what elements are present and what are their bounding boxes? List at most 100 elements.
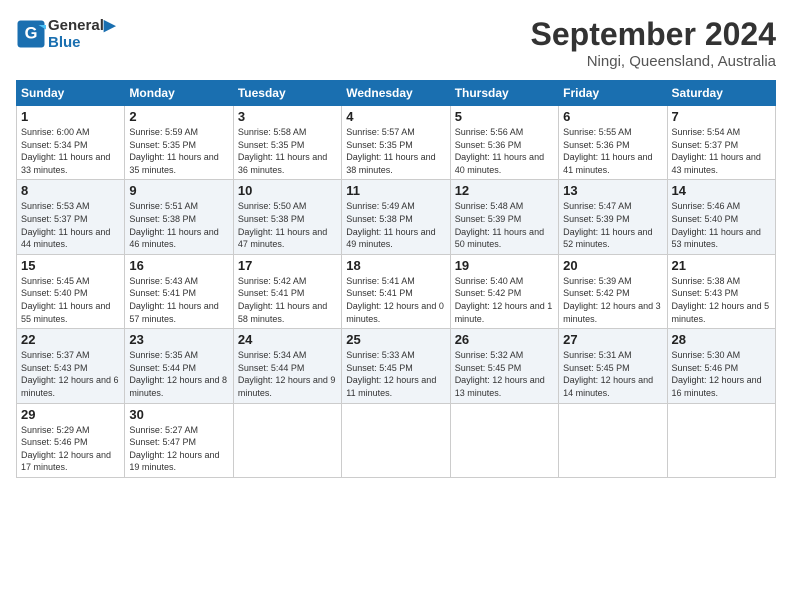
- day-cell-3: 3 Sunrise: 5:58 AMSunset: 5:35 PMDaylight…: [233, 106, 341, 180]
- day-cell-9: 9 Sunrise: 5:51 AMSunset: 5:38 PMDaylight…: [125, 180, 233, 254]
- day-info: Sunrise: 5:48 AMSunset: 5:39 PMDaylight:…: [455, 200, 554, 250]
- day-cell-8: 8 Sunrise: 5:53 AMSunset: 5:37 PMDaylight…: [17, 180, 125, 254]
- page-header: G General▶ Blue September 2024 Ningi, Qu…: [16, 16, 776, 70]
- day-number: 25: [346, 332, 445, 347]
- day-info: Sunrise: 5:39 AMSunset: 5:42 PMDaylight:…: [563, 275, 662, 325]
- day-header-wednesday: Wednesday: [342, 81, 450, 106]
- day-cell-2: 2 Sunrise: 5:59 AMSunset: 5:35 PMDaylight…: [125, 106, 233, 180]
- empty-cell: [342, 403, 450, 477]
- day-header-row: SundayMondayTuesdayWednesdayThursdayFrid…: [17, 81, 776, 106]
- day-number: 19: [455, 258, 554, 273]
- day-number: 13: [563, 183, 662, 198]
- day-cell-19: 19 Sunrise: 5:40 AMSunset: 5:42 PMDayligh…: [450, 254, 558, 328]
- day-info: Sunrise: 5:29 AMSunset: 5:46 PMDaylight:…: [21, 424, 120, 474]
- day-info: Sunrise: 5:57 AMSunset: 5:35 PMDaylight:…: [346, 126, 445, 176]
- month-title: September 2024: [531, 16, 776, 53]
- week-row-1: 1 Sunrise: 6:00 AMSunset: 5:34 PMDaylight…: [17, 106, 776, 180]
- day-number: 1: [21, 109, 120, 124]
- day-info: Sunrise: 5:58 AMSunset: 5:35 PMDaylight:…: [238, 126, 337, 176]
- day-info: Sunrise: 5:45 AMSunset: 5:40 PMDaylight:…: [21, 275, 120, 325]
- logo: G General▶ Blue: [16, 16, 115, 51]
- day-number: 24: [238, 332, 337, 347]
- day-info: Sunrise: 5:30 AMSunset: 5:46 PMDaylight:…: [672, 349, 771, 399]
- day-number: 26: [455, 332, 554, 347]
- day-info: Sunrise: 5:33 AMSunset: 5:45 PMDaylight:…: [346, 349, 445, 399]
- day-cell-28: 28Sunrise: 5:30 AMSunset: 5:46 PMDayligh…: [667, 329, 775, 403]
- day-number: 21: [672, 258, 771, 273]
- day-cell-30: 30 Sunrise: 5:27 AMSunset: 5:47 PMDayligh…: [125, 403, 233, 477]
- day-info: Sunrise: 5:37 AMSunset: 5:43 PMDaylight:…: [21, 349, 120, 399]
- day-info: Sunrise: 5:59 AMSunset: 5:35 PMDaylight:…: [129, 126, 228, 176]
- day-info: Sunrise: 5:27 AMSunset: 5:47 PMDaylight:…: [129, 424, 228, 474]
- day-cell-18: 18 Sunrise: 5:41 AMSunset: 5:41 PMDayligh…: [342, 254, 450, 328]
- day-info: Sunrise: 5:40 AMSunset: 5:42 PMDaylight:…: [455, 275, 554, 325]
- day-info: Sunrise: 5:54 AMSunset: 5:37 PMDaylight:…: [672, 126, 771, 176]
- day-info: Sunrise: 5:55 AMSunset: 5:36 PMDaylight:…: [563, 126, 662, 176]
- week-row-4: 22 Sunrise: 5:37 AMSunset: 5:43 PMDayligh…: [17, 329, 776, 403]
- day-number: 8: [21, 183, 120, 198]
- day-info: Sunrise: 5:42 AMSunset: 5:41 PMDaylight:…: [238, 275, 337, 325]
- day-info: Sunrise: 5:32 AMSunset: 5:45 PMDaylight:…: [455, 349, 554, 399]
- day-header-tuesday: Tuesday: [233, 81, 341, 106]
- day-info: Sunrise: 5:53 AMSunset: 5:37 PMDaylight:…: [21, 200, 120, 250]
- day-number: 7: [672, 109, 771, 124]
- day-info: Sunrise: 6:00 AMSunset: 5:34 PMDaylight:…: [21, 126, 120, 176]
- empty-cell: [233, 403, 341, 477]
- day-header-monday: Monday: [125, 81, 233, 106]
- week-row-2: 8 Sunrise: 5:53 AMSunset: 5:37 PMDaylight…: [17, 180, 776, 254]
- day-number: 23: [129, 332, 228, 347]
- day-info: Sunrise: 5:35 AMSunset: 5:44 PMDaylight:…: [129, 349, 228, 399]
- day-cell-25: 25 Sunrise: 5:33 AMSunset: 5:45 PMDayligh…: [342, 329, 450, 403]
- day-info: Sunrise: 5:38 AMSunset: 5:43 PMDaylight:…: [672, 275, 771, 325]
- day-number: 22: [21, 332, 120, 347]
- day-number: 9: [129, 183, 228, 198]
- day-cell-5: 5Sunrise: 5:56 AMSunset: 5:36 PMDaylight…: [450, 106, 558, 180]
- day-info: Sunrise: 5:51 AMSunset: 5:38 PMDaylight:…: [129, 200, 228, 250]
- day-number: 27: [563, 332, 662, 347]
- day-header-friday: Friday: [559, 81, 667, 106]
- day-cell-7: 7 Sunrise: 5:54 AMSunset: 5:37 PMDaylight…: [667, 106, 775, 180]
- day-number: 16: [129, 258, 228, 273]
- day-cell-20: 20 Sunrise: 5:39 AMSunset: 5:42 PMDayligh…: [559, 254, 667, 328]
- day-number: 10: [238, 183, 337, 198]
- day-number: 29: [21, 407, 120, 422]
- day-number: 18: [346, 258, 445, 273]
- day-number: 3: [238, 109, 337, 124]
- day-info: Sunrise: 5:31 AMSunset: 5:45 PMDaylight:…: [563, 349, 662, 399]
- title-block: September 2024 Ningi, Queensland, Austra…: [531, 16, 776, 70]
- day-header-saturday: Saturday: [667, 81, 775, 106]
- day-number: 6: [563, 109, 662, 124]
- day-number: 4: [346, 109, 445, 124]
- day-number: 2: [129, 109, 228, 124]
- day-cell-14: 14 Sunrise: 5:46 AMSunset: 5:40 PMDayligh…: [667, 180, 775, 254]
- day-number: 15: [21, 258, 120, 273]
- day-cell-11: 11Sunrise: 5:49 AMSunset: 5:38 PMDayligh…: [342, 180, 450, 254]
- day-cell-10: 10 Sunrise: 5:50 AMSunset: 5:38 PMDayligh…: [233, 180, 341, 254]
- logo-text: General▶ Blue: [48, 16, 115, 51]
- day-cell-29: 29 Sunrise: 5:29 AMSunset: 5:46 PMDayligh…: [17, 403, 125, 477]
- location-title: Ningi, Queensland, Australia: [531, 53, 776, 70]
- day-info: Sunrise: 5:49 AMSunset: 5:38 PMDaylight:…: [346, 200, 445, 250]
- day-cell-17: 17Sunrise: 5:42 AMSunset: 5:41 PMDayligh…: [233, 254, 341, 328]
- svg-text:G: G: [25, 24, 38, 42]
- day-info: Sunrise: 5:41 AMSunset: 5:41 PMDaylight:…: [346, 275, 445, 325]
- day-number: 14: [672, 183, 771, 198]
- day-header-sunday: Sunday: [17, 81, 125, 106]
- calendar-table: SundayMondayTuesdayWednesdayThursdayFrid…: [16, 80, 776, 478]
- day-info: Sunrise: 5:50 AMSunset: 5:38 PMDaylight:…: [238, 200, 337, 250]
- day-cell-23: 23 Sunrise: 5:35 AMSunset: 5:44 PMDayligh…: [125, 329, 233, 403]
- week-row-5: 29 Sunrise: 5:29 AMSunset: 5:46 PMDayligh…: [17, 403, 776, 477]
- empty-cell: [450, 403, 558, 477]
- day-cell-16: 16Sunrise: 5:43 AMSunset: 5:41 PMDayligh…: [125, 254, 233, 328]
- empty-cell: [559, 403, 667, 477]
- day-number: 20: [563, 258, 662, 273]
- day-number: 30: [129, 407, 228, 422]
- day-cell-24: 24Sunrise: 5:34 AMSunset: 5:44 PMDayligh…: [233, 329, 341, 403]
- day-cell-15: 15 Sunrise: 5:45 AMSunset: 5:40 PMDayligh…: [17, 254, 125, 328]
- day-cell-13: 13Sunrise: 5:47 AMSunset: 5:39 PMDayligh…: [559, 180, 667, 254]
- day-cell-12: 12Sunrise: 5:48 AMSunset: 5:39 PMDayligh…: [450, 180, 558, 254]
- day-cell-22: 22 Sunrise: 5:37 AMSunset: 5:43 PMDayligh…: [17, 329, 125, 403]
- day-info: Sunrise: 5:46 AMSunset: 5:40 PMDaylight:…: [672, 200, 771, 250]
- calendar-page: G General▶ Blue September 2024 Ningi, Qu…: [0, 0, 792, 612]
- empty-cell: [667, 403, 775, 477]
